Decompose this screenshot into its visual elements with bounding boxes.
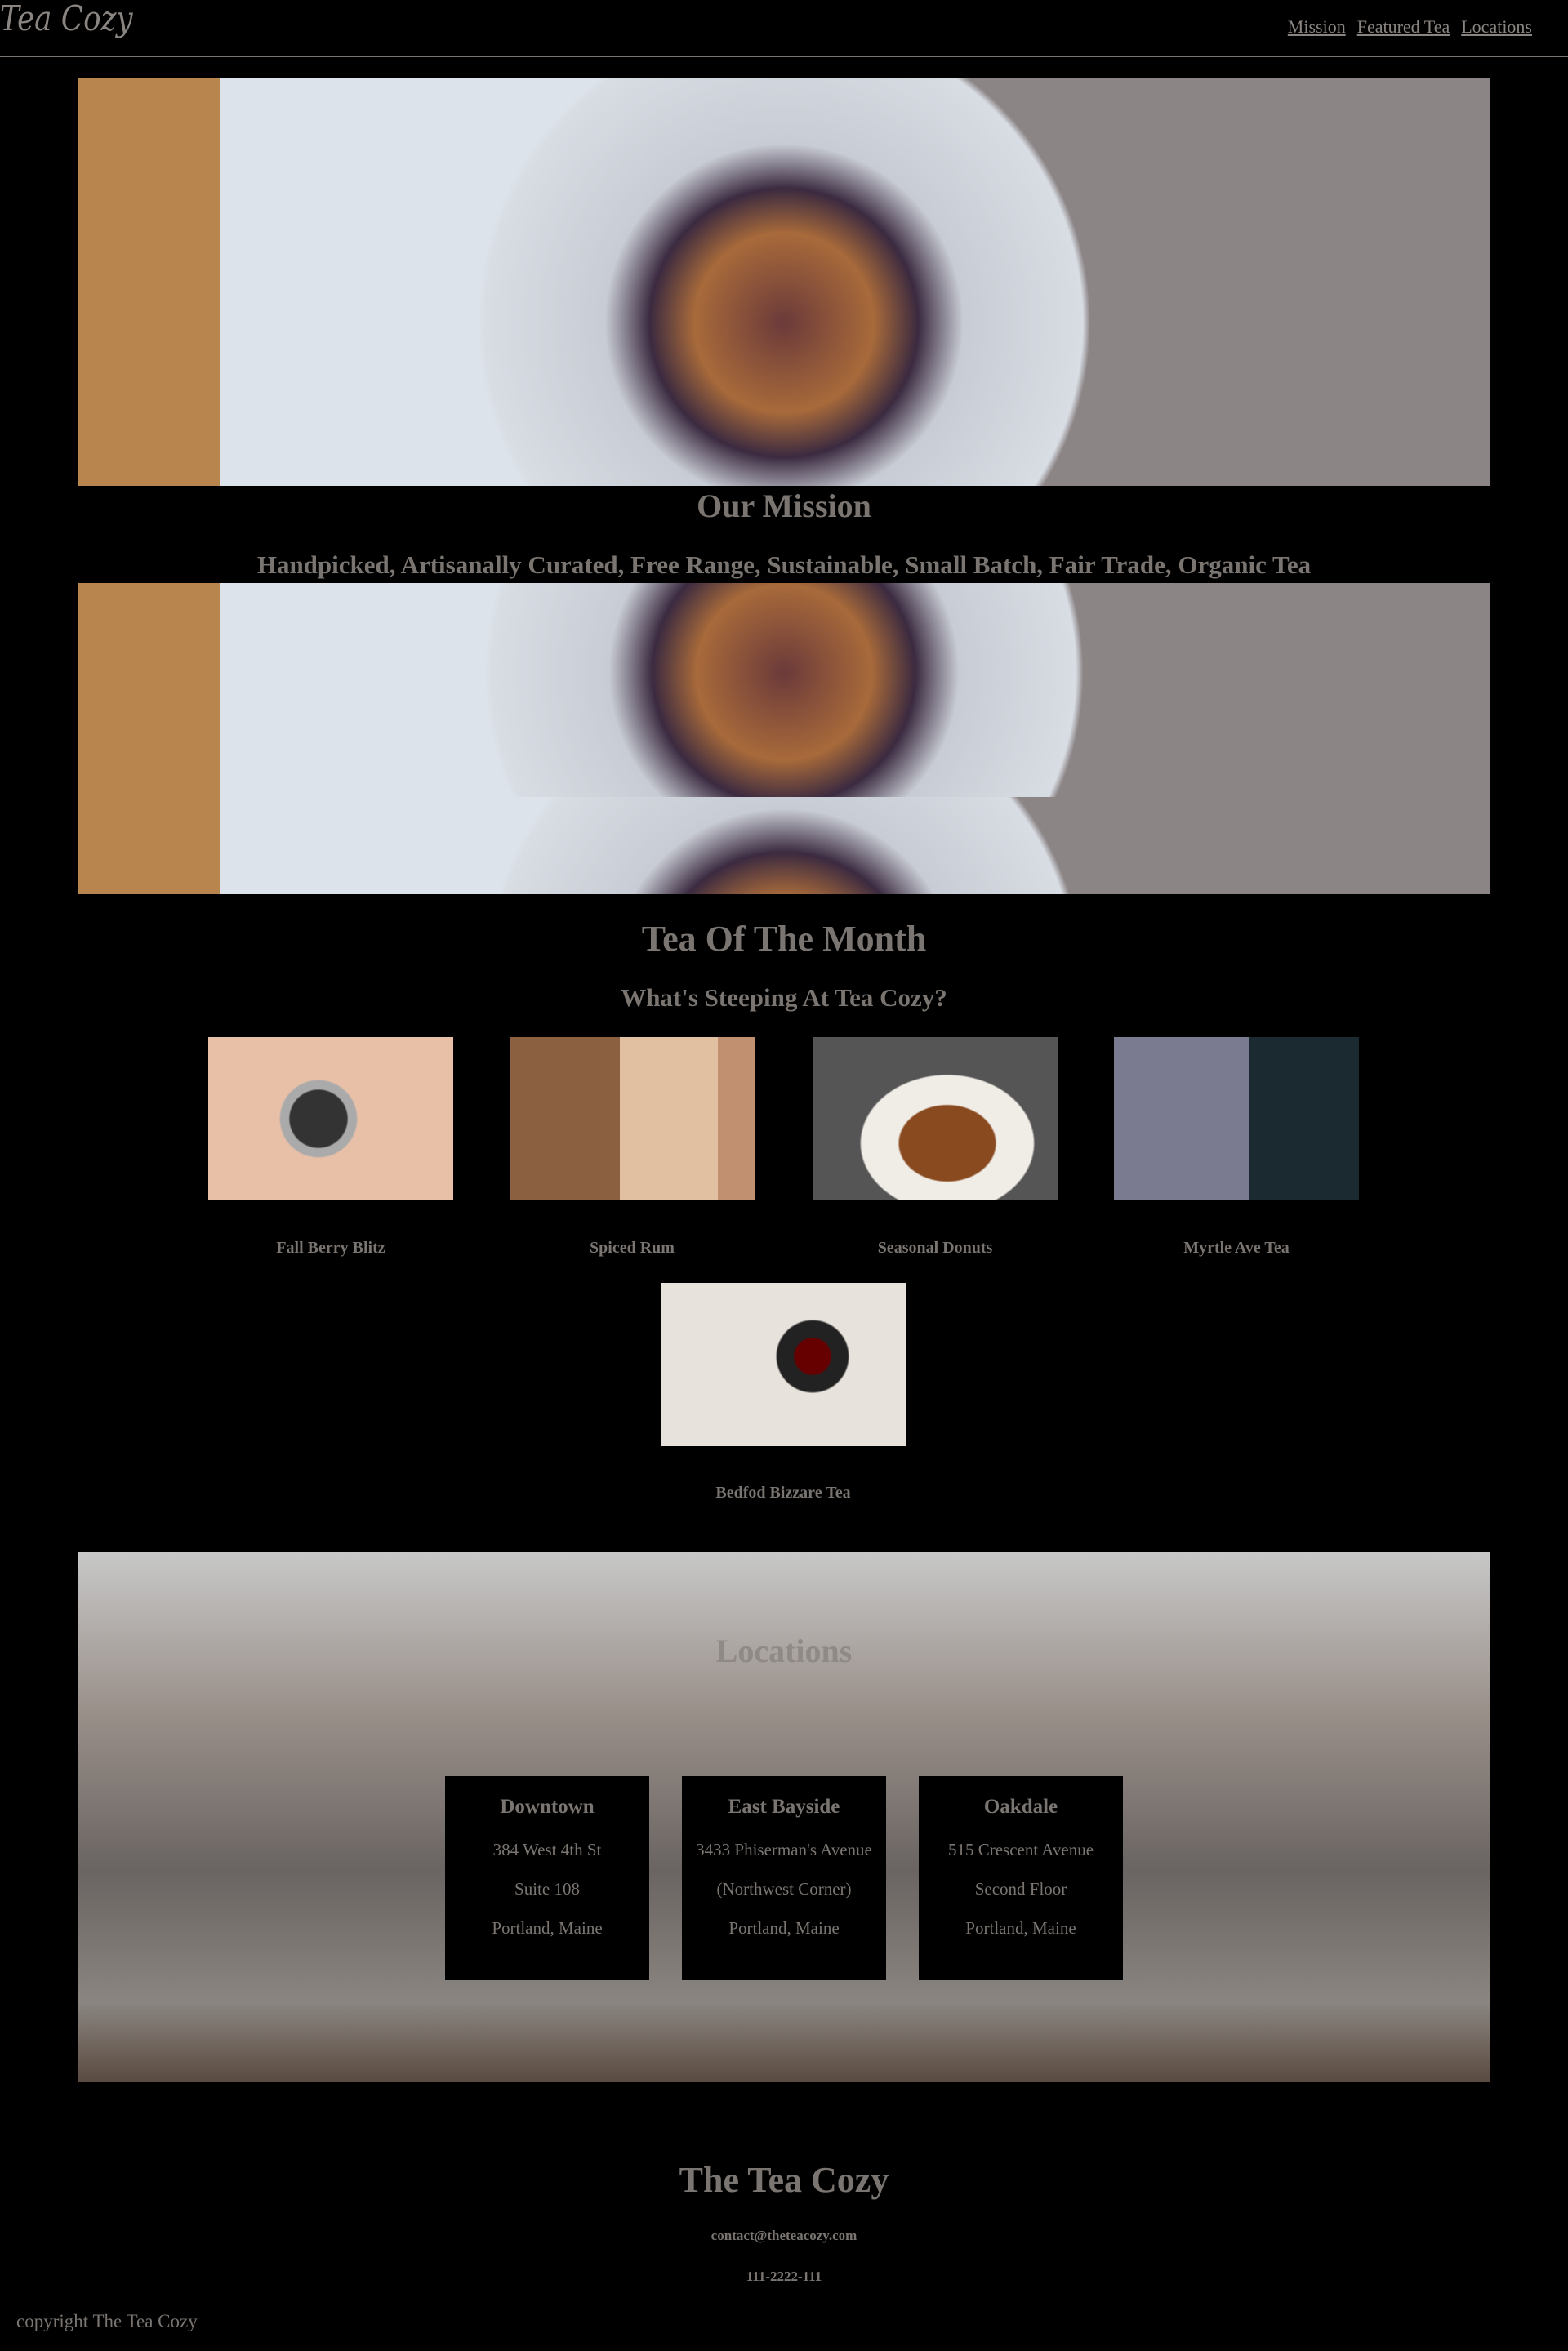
nav-featured-tea[interactable]: Featured Tea: [1357, 16, 1450, 37]
featured-title: Tea Of The Month: [641, 919, 927, 959]
mission-hero-image-bottom: [78, 583, 1490, 894]
site-header: Tea Cozy Mission Featured Tea Locations: [0, 0, 1568, 57]
tea-image-spiced-rum: [510, 1037, 755, 1200]
location-line: Portland, Maine: [728, 1918, 840, 1938]
nav-locations[interactable]: Locations: [1461, 16, 1532, 37]
mission-title: Our Mission: [697, 488, 871, 524]
main-nav: Mission Featured Tea Locations: [1276, 16, 1532, 38]
copyright: copyright The Tea Cozy: [16, 2311, 198, 2331]
location-card-oakdale: Oakdale 515 Crescent Avenue Second Floor P…: [919, 1776, 1123, 1980]
mission-subtitle: Handpicked, Artisanally Curated, Free Ra…: [256, 550, 1312, 579]
featured-subtitle: What's Steeping At Tea Cozy?: [621, 983, 947, 1012]
tea-caption: Bedfod Bizzare Tea: [715, 1484, 851, 1502]
tea-caption: Myrtle Ave Tea: [1183, 1239, 1290, 1257]
location-name: Oakdale: [983, 1796, 1058, 1818]
location-line: Portland, Maine: [492, 1918, 603, 1938]
tea-image-fall-berry-blitz: [208, 1037, 453, 1200]
location-card-east-bayside: East Bayside 3433 Phiserman's Avenue (Nor…: [682, 1776, 886, 1980]
tea-image-bedfod-bizzare-tea: [661, 1283, 906, 1446]
location-line: Suite 108: [514, 1879, 580, 1899]
locations-title: Locations: [715, 1632, 853, 1669]
location-line: 3433 Phiserman's Avenue: [696, 1840, 872, 1859]
location-card-downtown: Downtown 384 West 4th St Suite 108 Portlan…: [445, 1776, 649, 1980]
logo[interactable]: Tea Cozy: [0, 0, 133, 38]
nav-mission[interactable]: Mission: [1288, 16, 1346, 37]
location-line: 515 Crescent Avenue: [947, 1840, 1094, 1859]
tea-image-seasonal-donuts: [813, 1037, 1058, 1200]
location-line: Portland, Maine: [965, 1918, 1076, 1938]
footer-title: The Tea Cozy: [679, 2160, 889, 2200]
footer-email: contact@theteacozy.com: [710, 2228, 858, 2243]
location-line: (Northwest Corner): [716, 1879, 852, 1899]
tea-caption: Spiced Rum: [590, 1239, 675, 1257]
tea-caption: Fall Berry Blitz: [276, 1239, 385, 1257]
location-name: East Bayside: [728, 1796, 840, 1818]
tea-image-myrtle-ave-tea: [1114, 1037, 1359, 1200]
mission-hero-image-top: [78, 78, 1490, 486]
location-name: Downtown: [500, 1796, 595, 1818]
location-line: 384 West 4th St: [492, 1840, 602, 1859]
tea-caption: Seasonal Donuts: [877, 1239, 993, 1257]
footer-phone: 111-2222-111: [746, 2269, 822, 2284]
location-line: Second Floor: [974, 1879, 1067, 1899]
